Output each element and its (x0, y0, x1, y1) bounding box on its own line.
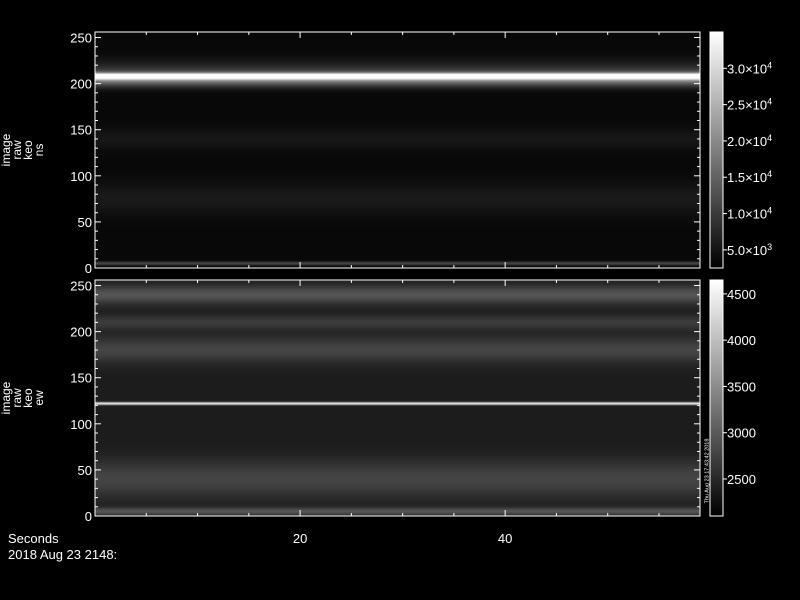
y-tick-label-1-2: 100 (70, 169, 92, 184)
colorbar-tick-label-2-4: 4500 (727, 287, 756, 302)
y-tick-label-1-4: 200 (70, 77, 92, 92)
y-tick-label-2-3: 150 (70, 371, 92, 386)
y-axis-label-2-3: ew (32, 390, 46, 406)
keogram-figure: 050100150200250imagerawkeons5.0×1031.0×1… (0, 31, 772, 546)
y-tick-label-1-0: 0 (85, 261, 92, 276)
x-tick-label-1: 40 (498, 531, 512, 546)
y-tick-label-2-2: 100 (70, 417, 92, 432)
y-tick-label-2-5: 250 (70, 279, 92, 294)
colorbar-tick-label-1-1: 1.0×104 (727, 206, 772, 222)
keogram-panel-1: 050100150200250imagerawkeons5.0×1031.0×1… (0, 31, 772, 276)
y-tick-label-2-4: 200 (70, 325, 92, 340)
colorbar-tick-label-2-3: 4000 (727, 333, 756, 348)
x-tick-label-0: 20 (293, 531, 307, 546)
y-tick-label-1-5: 250 (70, 31, 92, 46)
colorbar-tick-label-1-5: 3.0×104 (727, 60, 772, 76)
y-axis-label-1-3: ns (32, 144, 46, 157)
x-axis-label: Seconds (8, 531, 59, 546)
heatmap-image-1 (95, 32, 700, 268)
y-tick-label-1-1: 50 (78, 215, 92, 230)
colorbar-tick-label-1-3: 2.0×104 (727, 133, 772, 149)
heatmap-image-2 (95, 280, 700, 516)
y-tick-label-2-0: 0 (85, 509, 92, 524)
colorbar-2 (709, 279, 724, 517)
colorbar-tick-label-2-1: 3000 (727, 426, 756, 441)
colorbar-tick-label-1-4: 2.5×104 (727, 97, 772, 113)
timestamp: 2018 Aug 23 2148: (8, 547, 118, 562)
colorbar-tick-label-1-0: 5.0×103 (727, 242, 772, 258)
y-tick-label-1-3: 150 (70, 123, 92, 138)
colorbar-tick-label-2-0: 2500 (727, 472, 756, 487)
colorbar-tick-label-1-2: 1.5×104 (727, 169, 772, 185)
keogram-panel-2: 05010015020025020 40imagerawkeoew25003000… (0, 279, 756, 546)
colorbar-tick-label-2-2: 3500 (727, 379, 756, 394)
colorbar-side-text-2: Thu Aug 23 17:43:42 2018 (705, 439, 711, 504)
y-tick-label-2-1: 50 (78, 463, 92, 478)
colorbar-1 (709, 31, 724, 269)
